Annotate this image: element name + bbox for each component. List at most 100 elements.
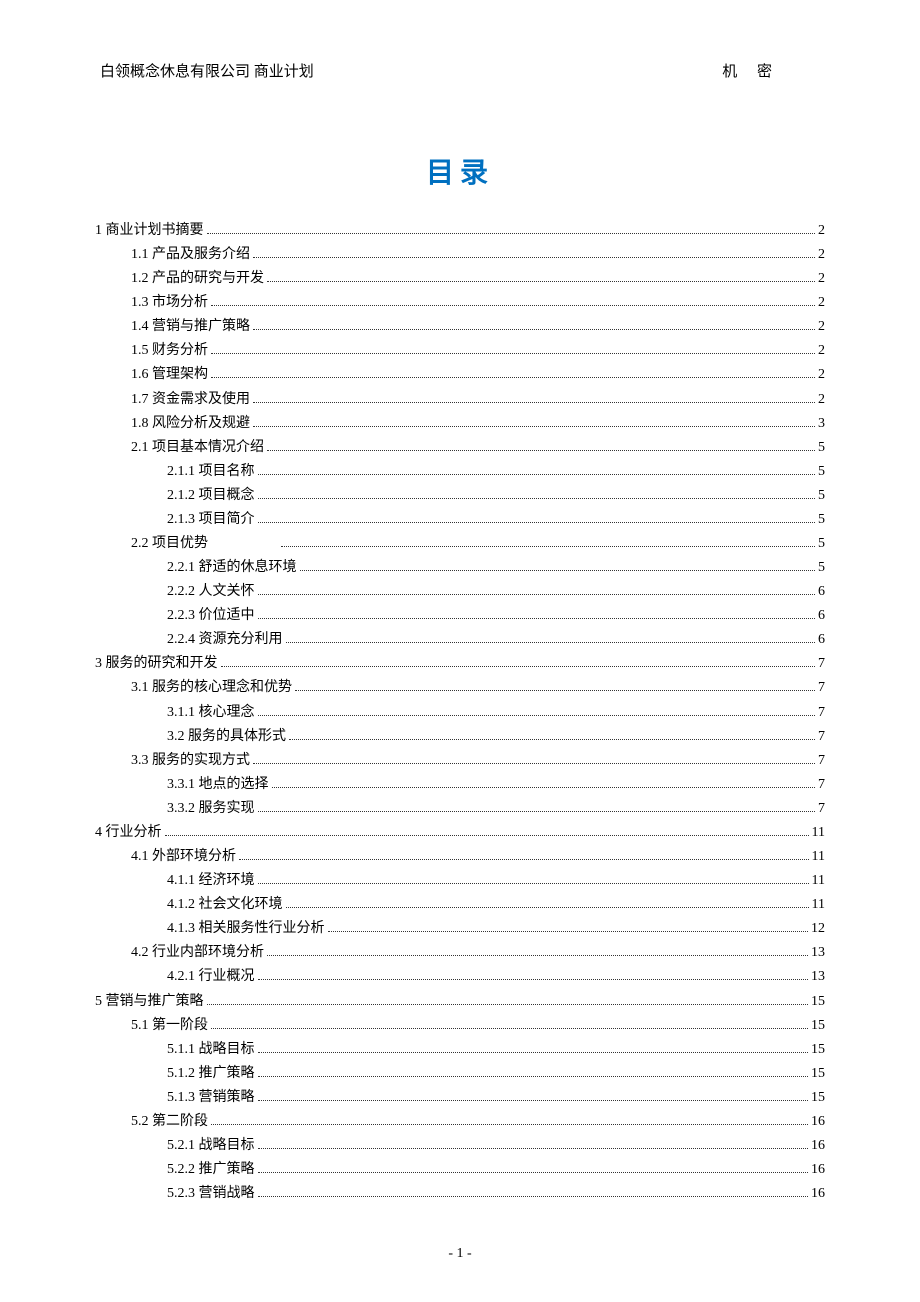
toc-dots xyxy=(211,305,815,306)
toc-dots xyxy=(272,787,816,788)
toc-entry: 2.2.2 人文关怀6 xyxy=(95,580,825,604)
toc-entry-label: 3.3 服务的实现方式 xyxy=(131,749,250,773)
toc-entry: 1.6 管理架构2 xyxy=(95,363,825,387)
toc-entry-page: 13 xyxy=(811,941,825,965)
toc-entry-page: 7 xyxy=(818,749,825,773)
toc-entry: 2.2 项目优势 5 xyxy=(95,532,825,556)
toc-entry-page: 12 xyxy=(811,917,825,941)
toc-dots xyxy=(258,1172,809,1173)
toc-entry: 3.2 服务的具体形式7 xyxy=(95,725,825,749)
toc-entry: 4.2 行业内部环境分析13 xyxy=(95,941,825,965)
toc-dots xyxy=(239,859,809,860)
toc-dots xyxy=(253,329,815,330)
toc-dots xyxy=(211,1124,808,1125)
toc-entry-page: 5 xyxy=(818,556,825,580)
toc-entry: 5 营销与推广策略 15 xyxy=(95,990,825,1014)
toc-dots xyxy=(258,1148,809,1149)
toc-entry: 1.7 资金需求及使用2 xyxy=(95,388,825,412)
toc-entry: 2.2.4 资源充分利用 6 xyxy=(95,628,825,652)
toc-entry-label: 4.1.1 经济环境 xyxy=(167,869,255,893)
toc-entry-page: 3 xyxy=(818,412,825,436)
toc-entry: 4.1.3 相关服务性行业分析 12 xyxy=(95,917,825,941)
toc-entry: 5.1 第一阶段15 xyxy=(95,1014,825,1038)
toc-entry-page: 6 xyxy=(818,628,825,652)
toc-entry-label: 2.1.2 项目概念 xyxy=(167,484,255,508)
toc-entry-page: 5 xyxy=(818,436,825,460)
toc-entry-page: 7 xyxy=(818,652,825,676)
toc-dots xyxy=(286,907,809,908)
toc-entry-label: 5.1.2 推广策略 xyxy=(167,1062,255,1086)
toc-entry: 4.1.1 经济环境11 xyxy=(95,869,825,893)
toc-entry-label: 3.3.1 地点的选择 xyxy=(167,773,269,797)
toc-dots xyxy=(281,546,815,547)
toc-entry-label: 2.2 项目优势 xyxy=(131,532,278,556)
toc-entry-label: 5 营销与推广策略 xyxy=(95,990,204,1014)
toc-dots xyxy=(258,618,816,619)
toc-entry: 3.3.2 服务实现7 xyxy=(95,797,825,821)
toc-entry-page: 2 xyxy=(818,315,825,339)
toc-entry-page: 16 xyxy=(811,1182,825,1206)
toc-entry-page: 2 xyxy=(818,267,825,291)
toc-entry: 3.1.1 核心理念7 xyxy=(95,701,825,725)
toc-entry-page: 15 xyxy=(811,1014,825,1038)
toc-entry: 2.1.2 项目概念5 xyxy=(95,484,825,508)
toc-entry-page: 15 xyxy=(811,1062,825,1086)
toc-entry-page: 15 xyxy=(811,1038,825,1062)
toc-dots xyxy=(253,426,815,427)
toc-dots xyxy=(165,835,809,836)
toc-entry: 4.2.1 行业概况13 xyxy=(95,965,825,989)
toc-entry: 5.1.1 战略目标 15 xyxy=(95,1038,825,1062)
toc-entry-page: 7 xyxy=(818,797,825,821)
toc-entry-page: 2 xyxy=(818,291,825,315)
toc-entry-page: 7 xyxy=(818,676,825,700)
toc-dots xyxy=(267,955,808,956)
toc-entry-label: 5.1.3 营销策略 xyxy=(167,1086,255,1110)
toc-entry-label: 2.2.3 价位适中 xyxy=(167,604,255,628)
toc-entry-page: 2 xyxy=(818,219,825,243)
toc-entry-label: 3.2 服务的具体形式 xyxy=(167,725,286,749)
toc-dots xyxy=(207,233,816,234)
toc-dots xyxy=(258,1052,809,1053)
toc-entry-page: 11 xyxy=(812,893,825,917)
toc-entry-label: 2.1.1 项目名称 xyxy=(167,460,255,484)
toc-entry: 1.1 产品及服务介绍2 xyxy=(95,243,825,267)
toc-dots xyxy=(258,1076,809,1077)
toc-entry-label: 4.1.2 社会文化环境 xyxy=(167,893,283,917)
toc-entry-page: 5 xyxy=(818,508,825,532)
header-left: 白领概念休息有限公司 商业计划 xyxy=(100,60,314,81)
page-number: - 1 - xyxy=(0,1246,920,1262)
toc-entry: 5.2.1 战略目标16 xyxy=(95,1134,825,1158)
toc-entry-page: 5 xyxy=(818,460,825,484)
toc-dots xyxy=(267,281,815,282)
toc-dots xyxy=(258,883,809,884)
toc-entry: 2.1 项目基本情况介绍5 xyxy=(95,436,825,460)
toc-entry: 1.8 风险分析及规避3 xyxy=(95,412,825,436)
toc-entry-label: 2.2.1 舒适的休息环境 xyxy=(167,556,297,580)
toc-entry-label: 2.2.4 资源充分利用 xyxy=(167,628,283,652)
toc-title: 目录 xyxy=(95,151,825,191)
toc-entry: 3.1 服务的核心理念和优势7 xyxy=(95,676,825,700)
toc-dots xyxy=(253,257,815,258)
toc-entry-page: 2 xyxy=(818,363,825,387)
toc-entry-page: 16 xyxy=(811,1134,825,1158)
toc-entry-page: 11 xyxy=(812,821,825,845)
toc-entry-label: 5.2 第二阶段 xyxy=(131,1110,208,1134)
toc-entry: 5.1.2 推广策略 15 xyxy=(95,1062,825,1086)
toc-entry-page: 5 xyxy=(818,532,825,556)
toc-entry: 1.2 产品的研究与开发2 xyxy=(95,267,825,291)
toc-entry-page: 15 xyxy=(811,990,825,1014)
toc-dots xyxy=(253,763,815,764)
toc-entry: 2.1.3 项目简介 5 xyxy=(95,508,825,532)
toc-entry-label: 4.1.3 相关服务性行业分析 xyxy=(167,917,325,941)
toc-dots xyxy=(211,353,815,354)
toc-entry-label: 2.1.3 项目简介 xyxy=(167,508,255,532)
toc-entry: 5.1.3 营销策略15 xyxy=(95,1086,825,1110)
toc-entry: 5.2.2 推广策略16 xyxy=(95,1158,825,1182)
toc-entry-label: 5.1.1 战略目标 xyxy=(167,1038,255,1062)
document-header: 白领概念休息有限公司 商业计划 机 密 xyxy=(95,60,825,81)
toc-dots xyxy=(211,1028,808,1029)
toc-dots xyxy=(258,1100,809,1101)
toc-entry-page: 13 xyxy=(811,965,825,989)
toc-dots xyxy=(258,715,816,716)
toc-dots xyxy=(289,739,815,740)
